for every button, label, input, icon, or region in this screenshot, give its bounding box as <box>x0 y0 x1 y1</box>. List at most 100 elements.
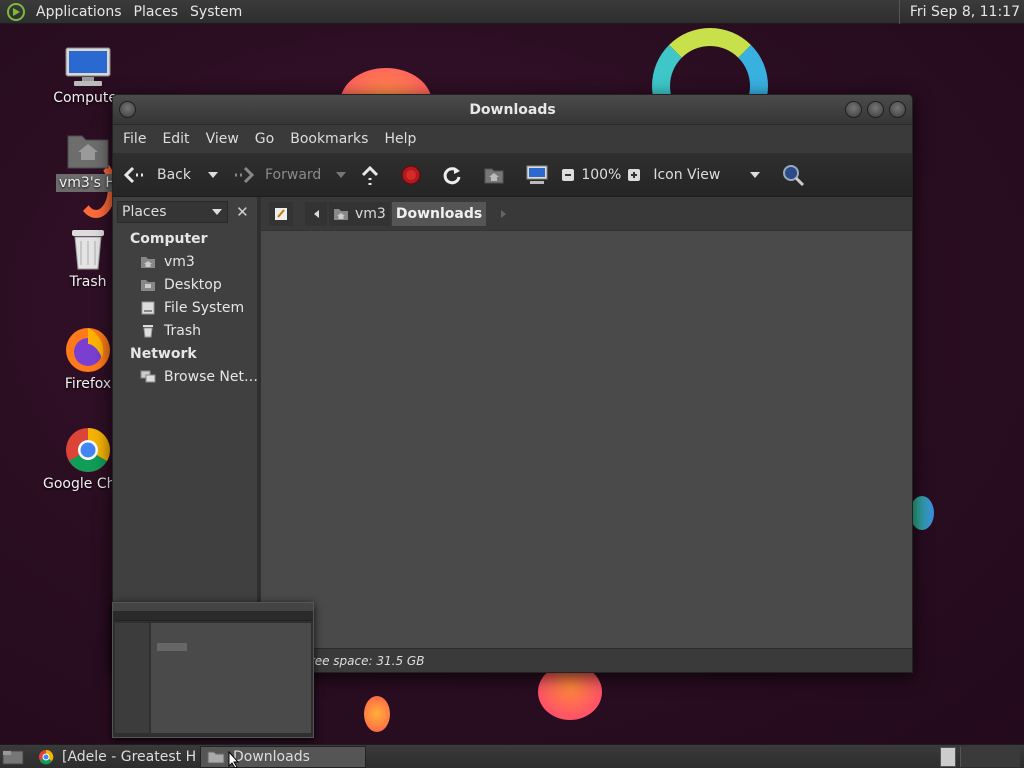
view-mode-dropdown-icon[interactable] <box>749 171 761 179</box>
sidebar-item-browse-network[interactable]: Browse Net… <box>113 365 259 388</box>
breadcrumb-vm3[interactable]: vm3 <box>329 201 390 226</box>
breadcrumb-label: vm3 <box>355 205 386 222</box>
workspace-switcher-inactive[interactable] <box>960 747 1020 767</box>
distro-logo-icon[interactable] <box>6 2 26 22</box>
main-pane: vm3 Downloads <box>261 197 912 648</box>
back-button[interactable]: Back <box>123 153 191 197</box>
toolbar: Back Forward 100% Icon View <box>113 153 912 197</box>
crumb-scroll-left[interactable] <box>305 201 327 226</box>
chrome-icon <box>66 428 110 472</box>
chrome-icon <box>39 749 54 764</box>
maximize-button[interactable] <box>867 101 884 118</box>
window-titlebar[interactable]: Downloads <box>113 95 912 125</box>
taskbar-item-label: [Adele - Greatest Hi… <box>62 748 196 765</box>
side-section-computer: Computer <box>130 231 208 247</box>
menu-bookmarks[interactable]: Bookmarks <box>284 131 374 147</box>
home-icon[interactable] <box>483 165 505 185</box>
toggle-location-entry-button[interactable] <box>269 201 293 226</box>
view-mode-select[interactable]: Icon View <box>653 167 747 183</box>
desktop-icon-label: vm3's Home <box>56 174 120 192</box>
location-bar: vm3 Downloads <box>261 197 912 231</box>
sidebar-item-trash[interactable]: Trash <box>113 319 257 342</box>
sidebar-item-label: Trash <box>164 322 201 339</box>
thumbnail-sidepane <box>115 623 149 733</box>
menu-file[interactable]: File <box>117 131 152 147</box>
menu-go[interactable]: Go <box>249 131 280 147</box>
home-folder-icon <box>67 135 109 169</box>
bottom-taskbar: [Adele - Greatest Hi… Downloads <box>0 744 1024 768</box>
folder-icon <box>207 751 225 763</box>
zoom-level[interactable]: 100% <box>581 167 621 183</box>
taskbar-item-downloads[interactable]: Downloads <box>200 745 366 768</box>
back-label: Back <box>157 166 191 183</box>
thumbnail-selected-item <box>157 643 187 651</box>
back-arrow-icon <box>123 166 143 183</box>
home-folder-icon <box>334 208 348 220</box>
chevron-down-icon <box>211 209 222 215</box>
sidebar-item-label: File System <box>164 299 245 316</box>
search-icon[interactable] <box>781 163 805 187</box>
breadcrumb-downloads[interactable]: Downloads <box>391 201 487 226</box>
sidebar-item-label: vm3 <box>164 253 195 270</box>
side-pane: Places ✕ Computer vm3 Desktop File Syste… <box>113 197 261 648</box>
chevron-right-icon[interactable] <box>500 209 508 219</box>
top-panel: Applications Places System Fri Sep 8, 11… <box>0 0 1024 24</box>
menu-edit[interactable]: Edit <box>156 131 195 147</box>
zoom-in-icon[interactable] <box>627 168 641 182</box>
thumbnail-titlebar <box>113 603 313 611</box>
menu-bar: File Edit View Go Bookmarks Help <box>113 125 912 153</box>
drive-icon <box>141 301 155 314</box>
workspace-switcher[interactable] <box>940 747 956 767</box>
firefox-icon <box>66 328 110 372</box>
panel-clock[interactable]: Fri Sep 8, 11:17 <box>898 0 1020 24</box>
zoom-out-icon[interactable] <box>561 168 575 182</box>
side-pane-selector[interactable]: Places <box>117 201 228 223</box>
trash-icon <box>72 230 104 270</box>
sidebar-item-file-system[interactable]: File System <box>113 296 257 319</box>
mouse-cursor-icon <box>228 751 240 768</box>
chevron-left-icon <box>314 209 319 218</box>
computer-icon[interactable] <box>525 164 549 186</box>
thumbnail-content <box>151 623 311 733</box>
menu-help[interactable]: Help <box>378 131 422 147</box>
window-preview-thumbnail[interactable] <box>112 602 314 738</box>
stop-icon[interactable] <box>400 164 422 186</box>
sidebar-item-desktop[interactable]: Desktop <box>113 273 257 296</box>
menu-view[interactable]: View <box>200 131 245 147</box>
sidebar-item-label: Browse Net… <box>164 368 259 385</box>
file-manager-window: Downloads File Edit View Go Bookmarks He… <box>112 94 913 673</box>
close-button[interactable] <box>889 101 906 118</box>
system-menu[interactable]: System <box>184 0 248 24</box>
applications-menu[interactable]: Applications <box>30 0 128 24</box>
minimize-button[interactable] <box>845 101 862 118</box>
thumbnail-toolbar <box>113 611 313 621</box>
close-icon[interactable]: ✕ <box>232 203 253 221</box>
forward-button[interactable]: Forward <box>233 153 321 197</box>
side-pane-header: Places ✕ <box>113 197 257 227</box>
edit-location-icon <box>275 207 287 220</box>
home-folder-icon <box>141 256 155 268</box>
wallpaper-small-blob <box>364 696 390 732</box>
reload-icon[interactable] <box>441 164 463 186</box>
side-section-network: Network <box>130 346 197 362</box>
desktop-folder-icon <box>141 279 155 291</box>
network-icon <box>140 370 156 382</box>
taskbar-item-label: Downloads <box>233 748 310 765</box>
up-arrow-icon[interactable] <box>359 164 381 186</box>
taskbar-item-chrome[interactable]: [Adele - Greatest Hi… <box>32 746 196 768</box>
file-view-area[interactable] <box>261 231 912 648</box>
show-desktop-icon[interactable] <box>2 748 24 766</box>
sidebar-item-label: Desktop <box>164 276 222 293</box>
side-pane-selector-label: Places <box>122 204 167 220</box>
forward-history-dropdown-icon[interactable] <box>335 171 347 179</box>
back-history-dropdown-icon[interactable] <box>207 171 219 179</box>
window-title: Downloads <box>469 102 556 118</box>
wallpaper-teal-blob <box>910 496 934 530</box>
trash-icon <box>143 324 153 337</box>
places-menu[interactable]: Places <box>128 0 185 24</box>
forward-label: Forward <box>265 166 322 183</box>
window-body: Places ✕ Computer vm3 Desktop File Syste… <box>113 197 912 648</box>
sidebar-item-vm3[interactable]: vm3 <box>113 250 257 273</box>
forward-arrow-icon <box>235 166 255 183</box>
computer-icon <box>65 47 111 86</box>
